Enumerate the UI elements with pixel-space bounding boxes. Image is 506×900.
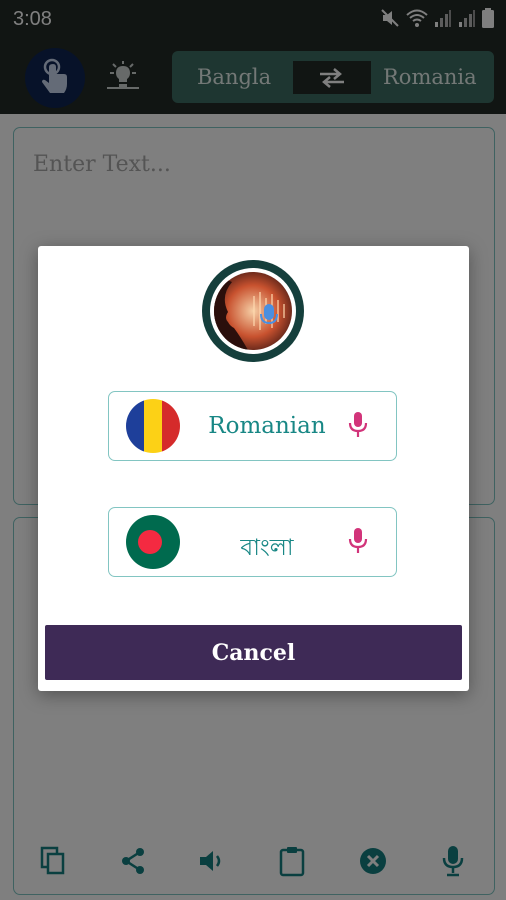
cancel-button[interactable]: Cancel	[45, 625, 462, 680]
bangladesh-flag-icon	[126, 515, 180, 569]
mic-icon	[343, 526, 373, 556]
speaking-face-image	[214, 272, 292, 350]
bangla-option-button[interactable]: বাংলা	[108, 507, 397, 577]
speech-language-dialog: Romanian বাংলা Cancel	[38, 246, 469, 691]
bangla-option-label: বাংলা	[240, 535, 294, 561]
romanian-option-button[interactable]: Romanian	[108, 391, 397, 461]
romanian-option-label: Romanian	[208, 413, 326, 439]
mic-icon	[343, 410, 373, 440]
romania-flag-icon	[126, 399, 180, 453]
voice-avatar	[202, 260, 304, 362]
